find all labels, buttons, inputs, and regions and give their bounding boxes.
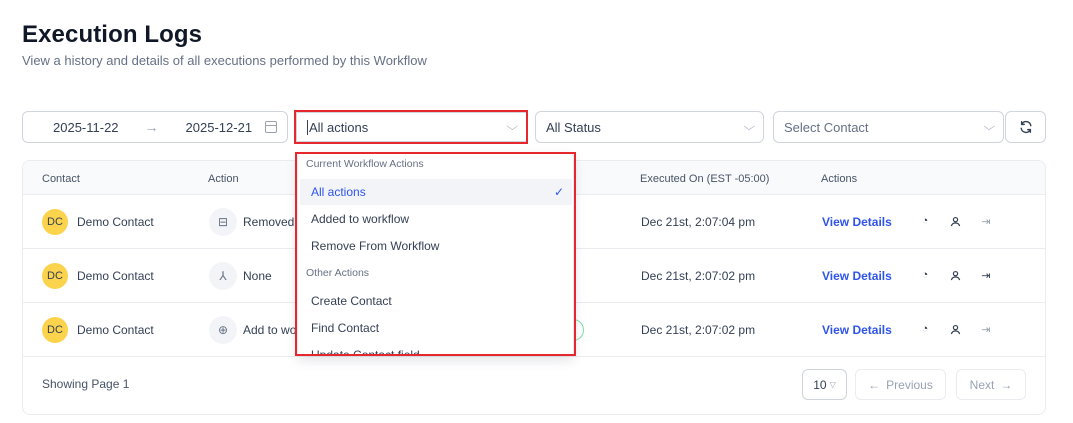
option-all-actions[interactable]: All actions ✓ bbox=[300, 179, 572, 205]
col-action: Action bbox=[208, 173, 239, 185]
contact-name[interactable]: Demo Contact bbox=[77, 215, 154, 229]
previous-button[interactable]: ← Previous bbox=[855, 369, 946, 400]
option-label: Remove From Workflow bbox=[311, 239, 440, 253]
exit-icon[interactable]: ⇥ bbox=[978, 267, 994, 283]
pagination-status: Showing Page 1 bbox=[42, 377, 130, 391]
view-details-link[interactable]: View Details bbox=[822, 323, 892, 337]
user-icon[interactable] bbox=[947, 321, 963, 337]
page-title: Execution Logs bbox=[22, 21, 203, 48]
exit-icon[interactable]: ⇥ bbox=[978, 321, 994, 337]
chevron-down-icon: ⌵ bbox=[505, 120, 518, 133]
col-actions: Actions bbox=[821, 173, 858, 185]
refresh-icon bbox=[1019, 120, 1032, 134]
status-filter-select[interactable]: All Status ⌵ bbox=[535, 111, 764, 143]
contact-name[interactable]: Demo Contact bbox=[77, 269, 154, 283]
next-button[interactable]: Next → bbox=[956, 369, 1026, 400]
option-label: Create Contact bbox=[311, 294, 392, 308]
option-label: Find Contact bbox=[311, 321, 380, 335]
contact-name[interactable]: Demo Contact bbox=[77, 323, 154, 337]
action-filter-value: All actions bbox=[307, 119, 369, 135]
contact-filter-placeholder: Select Contact bbox=[784, 119, 869, 135]
arrow-right-icon: → bbox=[144, 119, 159, 135]
executed-on: Dec 21st, 2:07:02 pm bbox=[641, 269, 756, 283]
group-label-other: Other Actions bbox=[306, 267, 370, 279]
history-icon[interactable]: ◔ bbox=[917, 267, 933, 283]
option-update-contact-field[interactable]: Update Contact field bbox=[300, 342, 572, 356]
option-create-contact[interactable]: Create Contact bbox=[300, 288, 572, 314]
add-circle-icon: ⊕ bbox=[209, 316, 237, 344]
date-range-picker[interactable]: 2025-11-22 → 2025-12-21 bbox=[22, 111, 288, 143]
group-label-current: Current Workflow Actions bbox=[306, 158, 424, 170]
avatar: DC bbox=[42, 209, 68, 235]
calendar-icon bbox=[265, 121, 277, 133]
action-name: Removed bbox=[243, 215, 295, 229]
exit-icon[interactable]: ⇥ bbox=[978, 213, 994, 229]
history-icon[interactable]: ◔ bbox=[917, 213, 933, 229]
branch-icon: ⅄ bbox=[209, 262, 237, 290]
option-find-contact[interactable]: Find Contact bbox=[300, 315, 572, 341]
view-details-link[interactable]: View Details bbox=[822, 215, 892, 229]
next-label: Next bbox=[969, 377, 995, 392]
arrow-right-icon: → bbox=[1000, 377, 1013, 392]
chevron-down-icon: ▽ bbox=[829, 380, 836, 389]
chevron-down-icon: ⌵ bbox=[982, 120, 995, 133]
check-icon: ✓ bbox=[553, 185, 564, 199]
user-icon[interactable] bbox=[947, 213, 963, 229]
executed-on: Dec 21st, 2:07:02 pm bbox=[641, 323, 756, 337]
page-subtitle: View a history and details of all execut… bbox=[22, 53, 427, 68]
avatar: DC bbox=[42, 263, 68, 289]
status-filter-value: All Status bbox=[546, 119, 601, 135]
view-details-link[interactable]: View Details bbox=[822, 269, 892, 283]
per-page-select[interactable]: 10 ▽ bbox=[802, 369, 847, 400]
contact-filter-select[interactable]: Select Contact ⌵ bbox=[773, 111, 1004, 143]
option-label: Update Contact field bbox=[311, 348, 420, 356]
user-icon[interactable] bbox=[947, 267, 963, 283]
action-name: Add to wo bbox=[243, 323, 297, 337]
previous-label: Previous bbox=[886, 377, 933, 392]
option-remove-from-workflow[interactable]: Remove From Workflow bbox=[300, 233, 572, 259]
col-contact: Contact bbox=[42, 173, 80, 185]
executed-on: Dec 21st, 2:07:04 pm bbox=[641, 215, 756, 229]
option-label: All actions bbox=[311, 185, 366, 199]
refresh-button[interactable] bbox=[1005, 111, 1046, 143]
remove-icon: ⊟ bbox=[209, 208, 237, 236]
date-start[interactable]: 2025-11-22 bbox=[53, 120, 119, 135]
history-icon[interactable]: ◔ bbox=[917, 321, 933, 337]
option-added-to-workflow[interactable]: Added to workflow bbox=[300, 206, 572, 232]
action-name: None bbox=[243, 269, 272, 283]
action-dropdown-menu: Current Workflow Actions All actions ✓ A… bbox=[297, 153, 574, 356]
option-label: Added to workflow bbox=[311, 212, 410, 226]
chevron-down-icon: ⌵ bbox=[742, 120, 755, 133]
per-page-value: 10 bbox=[813, 377, 827, 392]
arrow-left-icon: ← bbox=[868, 377, 881, 392]
date-end[interactable]: 2025-12-21 bbox=[186, 120, 253, 135]
col-executed-on: Executed On (EST -05:00) bbox=[640, 173, 770, 185]
avatar: DC bbox=[42, 317, 68, 343]
action-filter-select[interactable]: All actions ⌵ bbox=[296, 112, 527, 142]
